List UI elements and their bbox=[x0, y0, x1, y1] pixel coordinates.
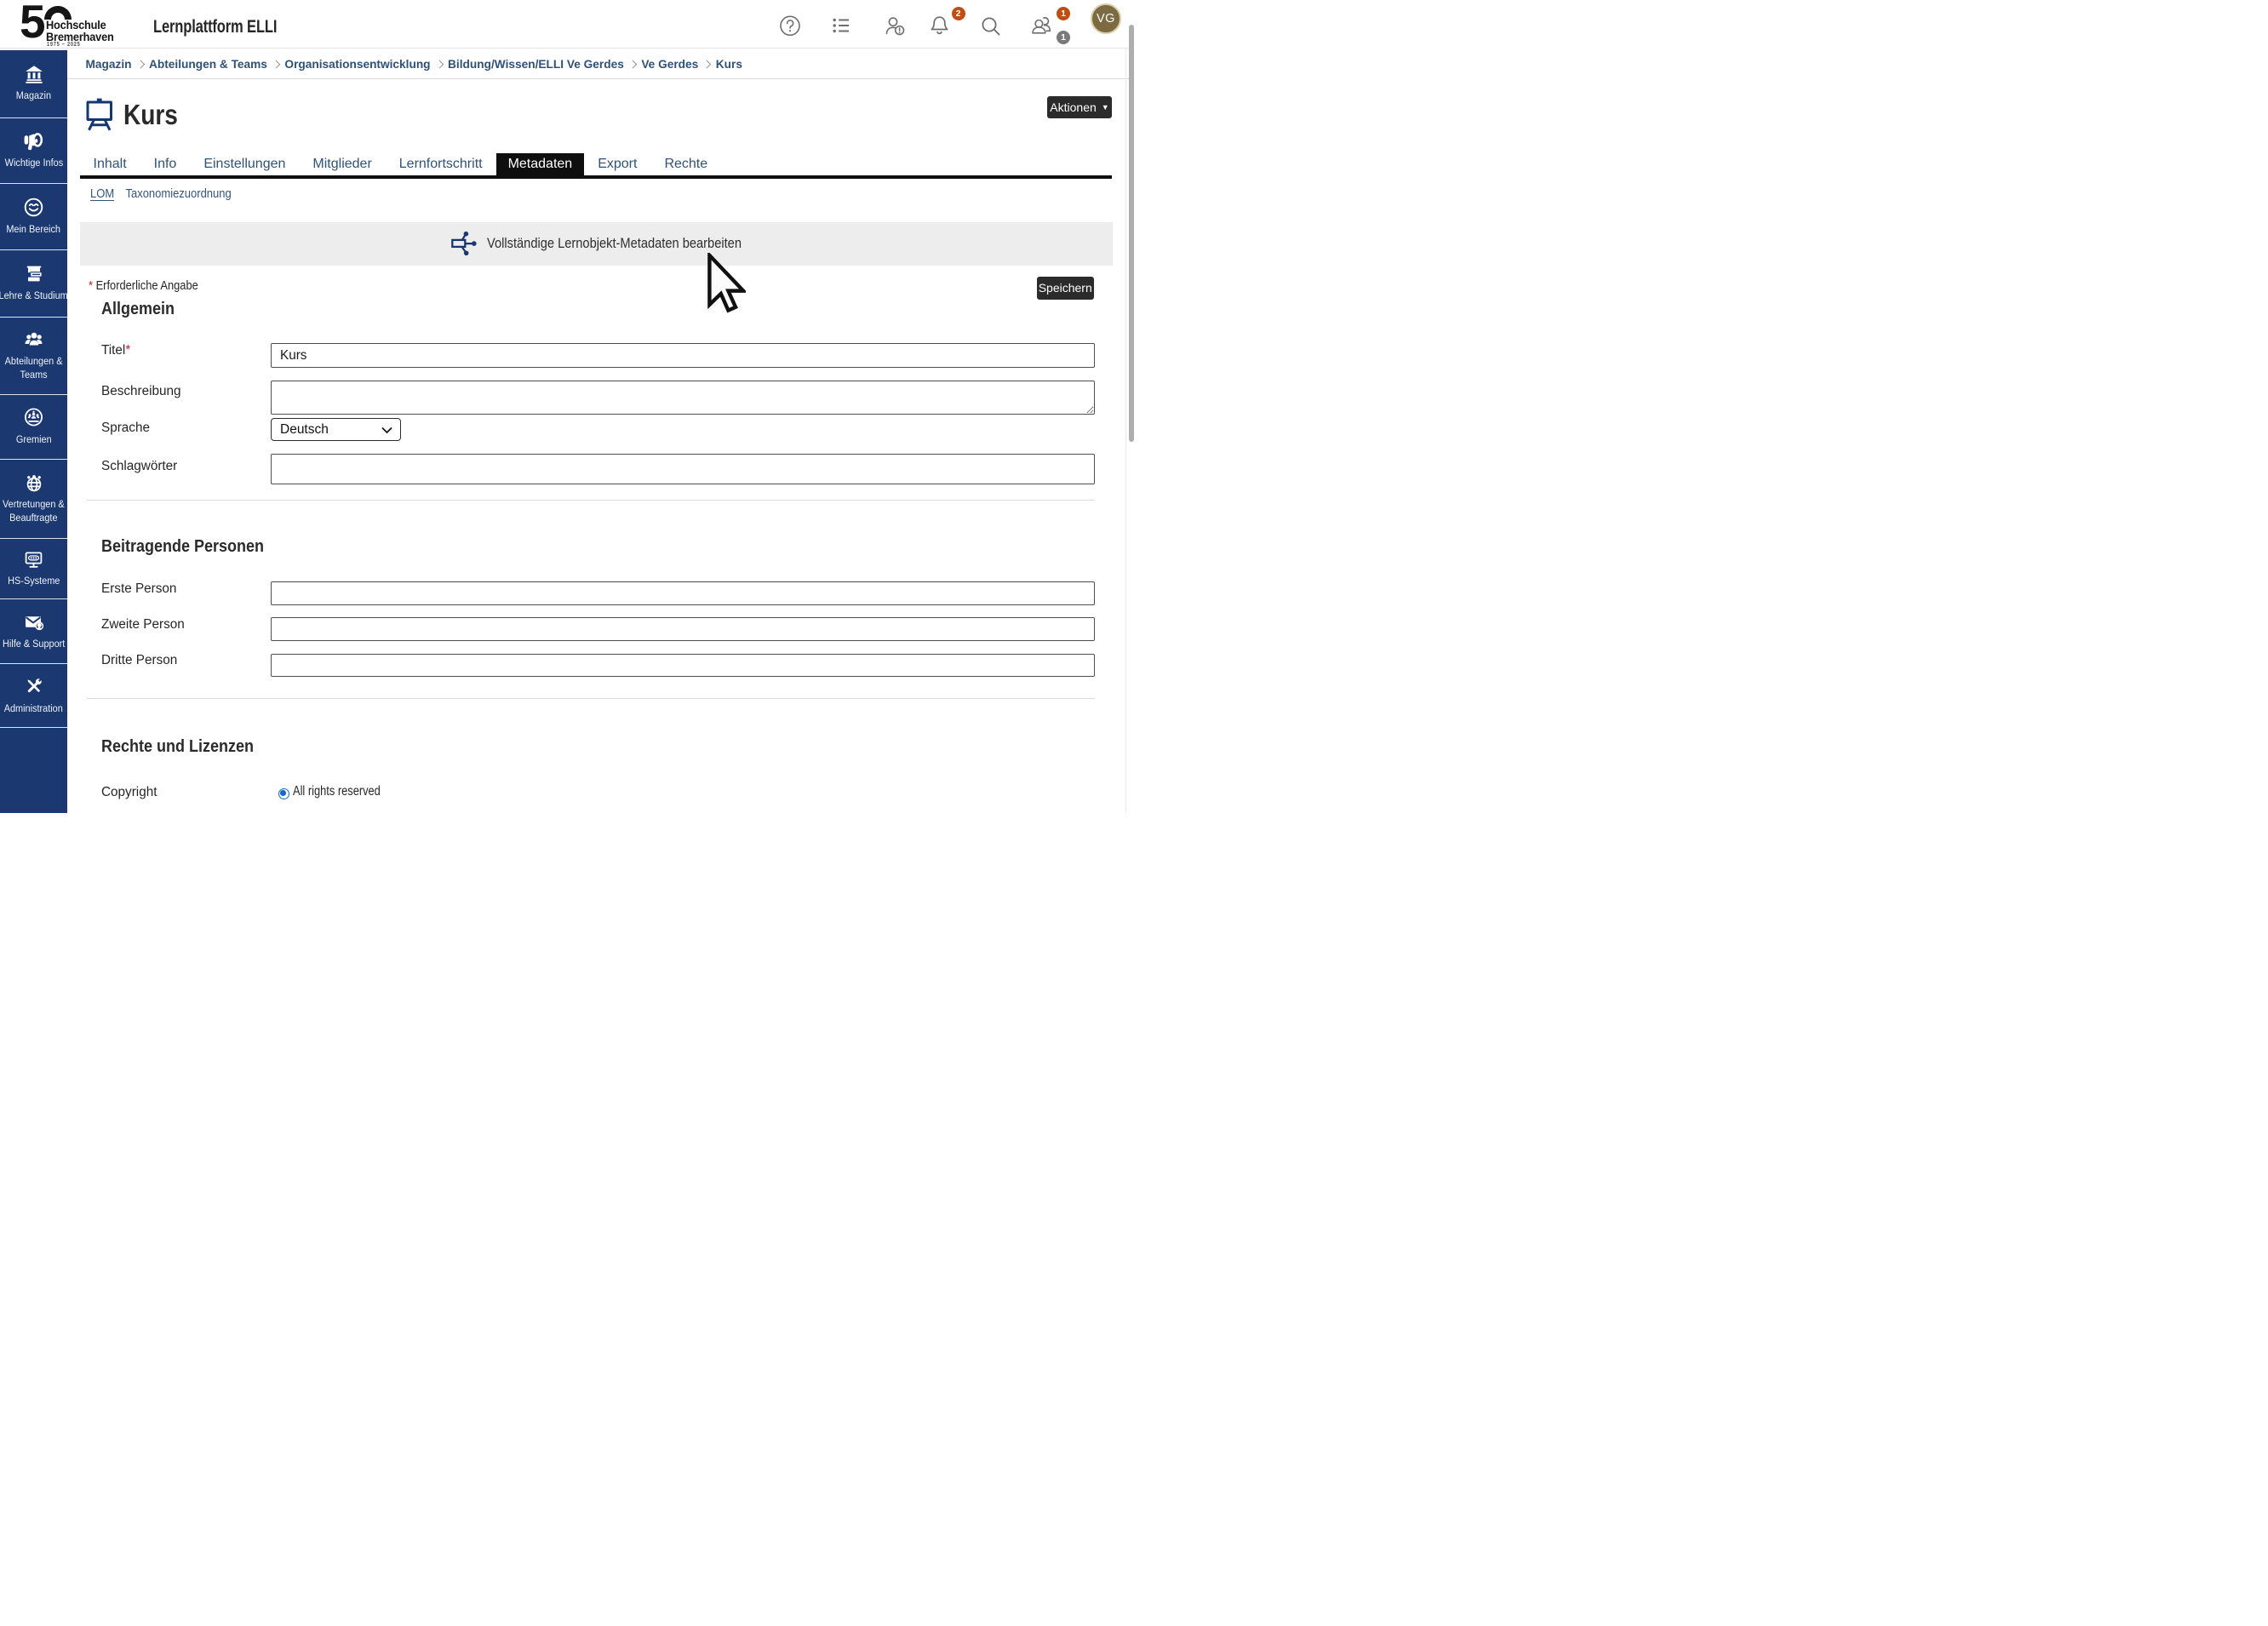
svg-text:?: ? bbox=[37, 623, 41, 629]
